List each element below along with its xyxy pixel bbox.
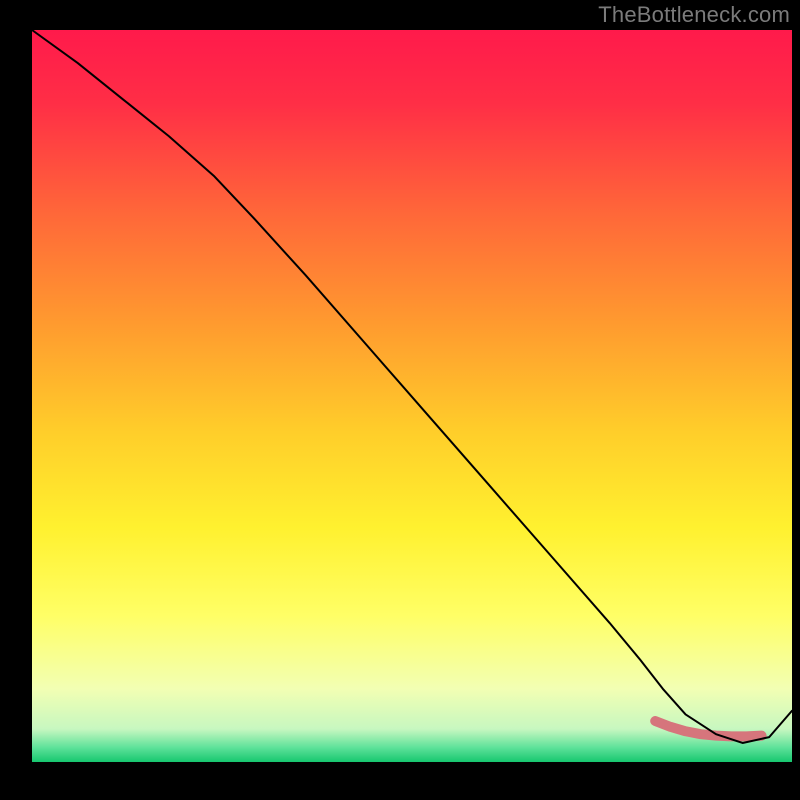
chart-container: TheBottleneck.com bbox=[0, 0, 800, 800]
bottleneck-chart bbox=[0, 0, 800, 800]
